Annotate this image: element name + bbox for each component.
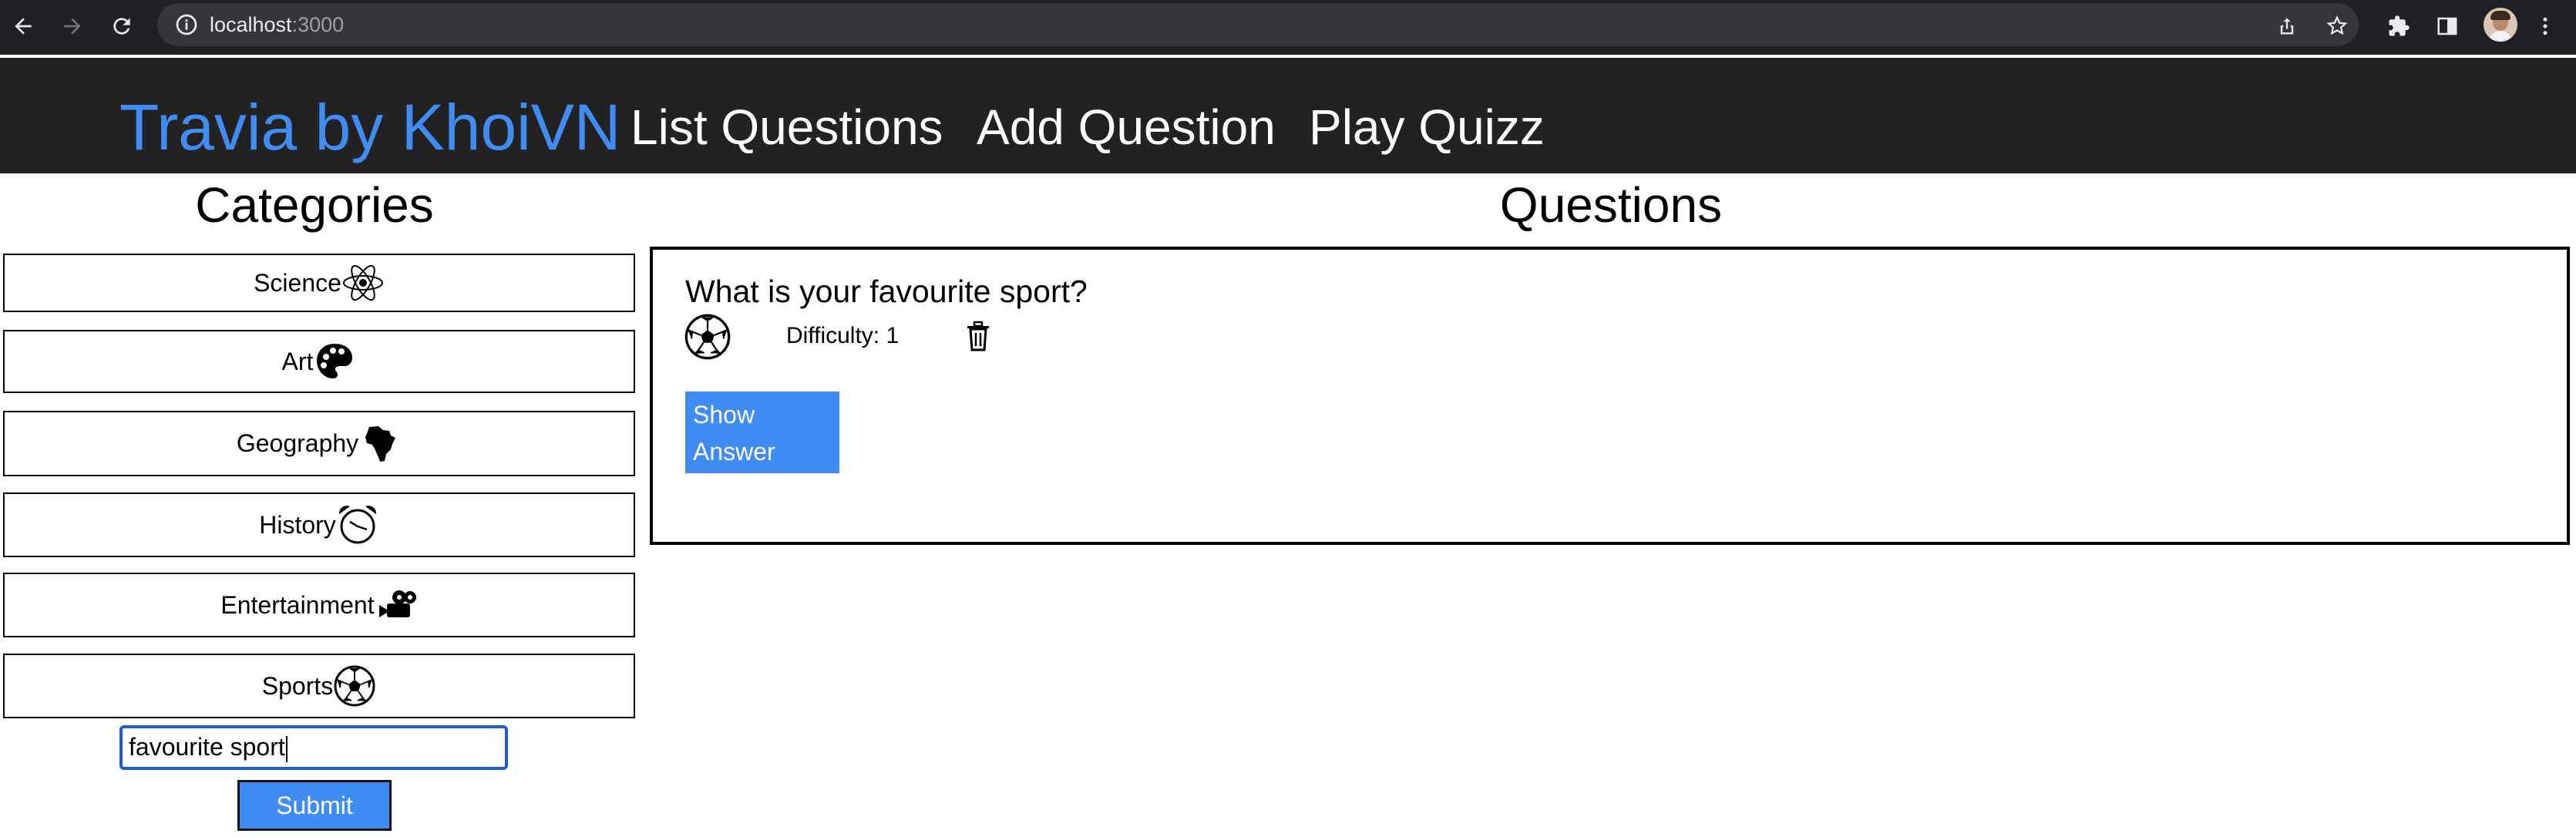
menu-kebab-icon[interactable] [2530,11,2561,42]
side-panel-icon[interactable] [2432,11,2463,42]
soccer-ball-icon [684,314,731,360]
categories-heading: Categories [195,177,434,233]
film-camera-icon [378,590,416,617]
category-label: Entertainment [220,590,375,619]
nav-play-quizz[interactable]: Play Quizz [1309,89,1545,166]
question-text: What is your favourite sport? [685,274,1088,309]
share-icon[interactable] [2272,11,2302,42]
submit-button[interactable]: Submit [237,780,392,831]
category-label: History [259,510,336,539]
category-label: Sports [261,671,334,700]
soccer-ball-icon [334,665,375,707]
address-bar[interactable]: localhost:3000 [157,3,2359,46]
category-science[interactable]: Science [3,254,635,312]
category-label: Science [254,268,341,297]
category-entertainment[interactable]: Entertainment [3,573,635,637]
question-card: What is your favourite sport? Difficulty… [650,247,2570,545]
profile-avatar[interactable] [2484,8,2517,42]
app-header: Travia by KhoiVN List Questions Add Ques… [0,58,2576,173]
africa-icon [365,425,396,462]
site-info-icon[interactable] [174,12,199,37]
category-sports[interactable]: Sports [3,654,635,718]
bookmark-star-icon[interactable] [2322,11,2352,42]
category-geography[interactable]: Geography [3,411,635,476]
questions-heading: Questions [1499,177,1723,233]
palette-icon [317,344,353,378]
category-art[interactable]: Art [3,330,635,393]
browser-toolbar: localhost:3000 [0,0,2576,55]
alarm-clock-icon [338,506,376,544]
back-icon[interactable] [8,11,39,42]
atom-icon [342,264,383,301]
nav-add-question[interactable]: Add Question [977,89,1276,166]
reload-icon[interactable] [106,11,137,42]
forward-icon[interactable] [57,11,88,42]
extensions-icon[interactable] [2383,11,2414,42]
url-text: localhost:3000 [210,13,345,36]
category-history[interactable]: History [3,492,635,557]
brand-logo[interactable]: Travia by KhoiVN [119,89,620,166]
search-input[interactable]: favourite sport [119,725,508,770]
trash-icon[interactable] [964,321,992,351]
show-answer-button[interactable]: Show Answer [685,392,839,473]
category-label: Geography [236,429,359,457]
category-label: Art [281,347,314,375]
nav-list-questions[interactable]: List Questions [631,89,943,166]
difficulty-label: Difficulty: 1 [786,323,900,348]
